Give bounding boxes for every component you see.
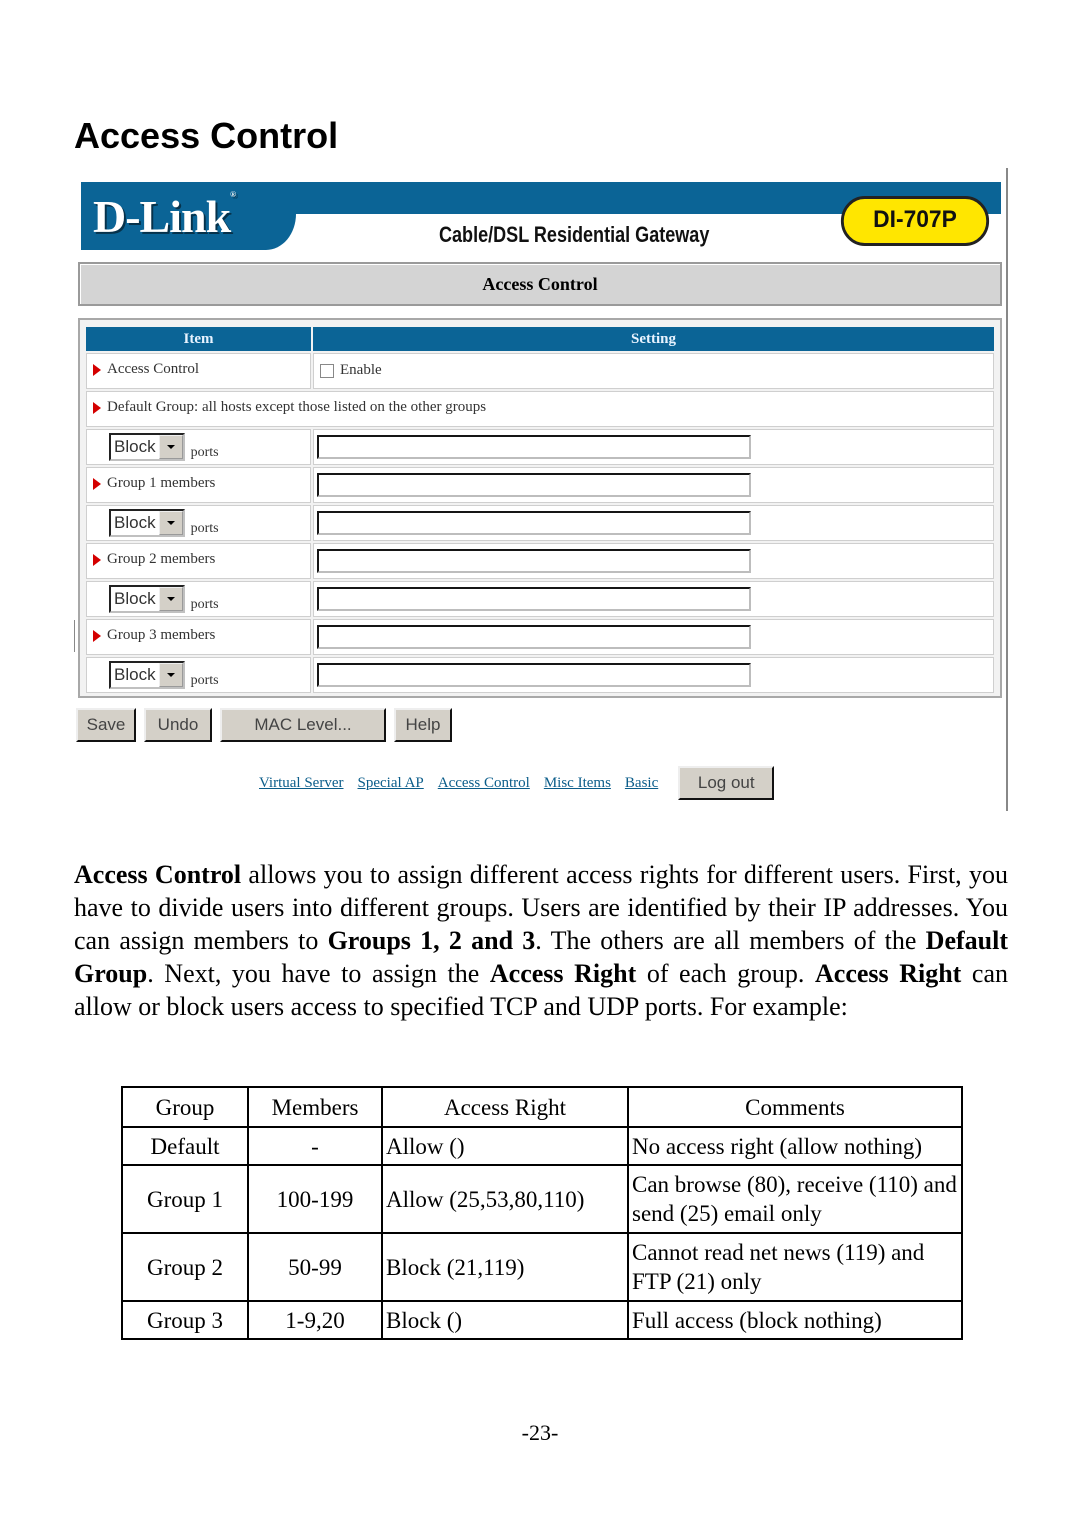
group2-label: Group 2 members <box>107 551 216 568</box>
header-setting: Setting <box>313 327 994 351</box>
chevron-down-icon <box>166 521 175 525</box>
dlink-logo: D-Link® <box>93 190 236 242</box>
table-row: Group 2 50-99 Block (21,119) Cannot read… <box>121 1232 963 1302</box>
undo-button[interactable]: Undo <box>144 708 212 742</box>
help-button[interactable]: Help <box>394 708 452 742</box>
nav-link-virtual-server[interactable]: Virtual Server <box>259 775 344 792</box>
nav-link-special-ap[interactable]: Special AP <box>358 775 424 792</box>
table-row: Block ports <box>86 429 994 465</box>
table-row: Group 3 1-9,20 Block () Full access (blo… <box>121 1300 963 1340</box>
table-row: Default Group: all hosts except those li… <box>86 391 994 427</box>
arrow-icon <box>93 477 101 490</box>
enable-checkbox[interactable] <box>320 364 334 379</box>
arrow-icon <box>93 629 101 642</box>
router-screenshot: D-Link® Cable/DSL Residential Gateway DI… <box>76 168 1008 813</box>
arrow-icon <box>93 553 101 566</box>
description-paragraph: Access Control allows you to assign diff… <box>74 860 1009 1021</box>
group2-ports-input[interactable] <box>317 587 751 611</box>
model-badge: DI-707P <box>840 196 990 246</box>
group1-ports-input[interactable] <box>317 511 751 535</box>
mac-level-button[interactable]: MAC Level... <box>220 708 386 742</box>
arrow-icon <box>93 363 101 376</box>
table-row: Access Control Enable <box>86 353 994 389</box>
divider <box>74 620 75 652</box>
table-row: Group 2 members <box>86 543 994 579</box>
group1-members-input[interactable] <box>317 473 751 497</box>
chevron-down-icon <box>166 445 175 449</box>
access-select[interactable]: Block <box>109 661 185 689</box>
access-select[interactable]: Block <box>109 509 185 537</box>
access-select[interactable]: Block <box>109 433 185 461</box>
default-ports-input[interactable] <box>317 435 751 459</box>
table-row: Block ports <box>86 505 994 541</box>
settings-table: Item Setting Access Control Enable Defau… <box>84 325 996 695</box>
group3-label: Group 3 members <box>107 627 216 644</box>
page-title: Access Control <box>78 262 1002 306</box>
access-control-label: Access Control <box>107 361 200 378</box>
group3-members-input[interactable] <box>317 625 751 649</box>
column-header: Members <box>247 1086 383 1128</box>
table-row: Group 1 100-199 Allow (25,53,80,110) Can… <box>121 1164 963 1234</box>
nav-link-basic[interactable]: Basic <box>625 775 658 792</box>
nav-link-access-control[interactable]: Access Control <box>438 775 530 792</box>
group1-label: Group 1 members <box>107 475 216 492</box>
page-heading: Access Control <box>74 115 339 156</box>
access-control-form: Item Setting Access Control Enable Defau… <box>78 318 1002 698</box>
group2-members-input[interactable] <box>317 549 751 573</box>
default-group-label: Default Group: all hosts except those li… <box>107 399 487 416</box>
chevron-down-icon <box>166 673 175 677</box>
access-select[interactable]: Block <box>109 585 185 613</box>
table-header-row: Group Members Access Right Comments <box>121 1086 963 1128</box>
group3-ports-input[interactable] <box>317 663 751 687</box>
column-header: Access Right <box>381 1086 629 1128</box>
table-row: Block ports <box>86 581 994 617</box>
bottom-nav: Virtual Server Special AP Access Control… <box>259 766 775 800</box>
banner: D-Link® Cable/DSL Residential Gateway DI… <box>81 182 1001 252</box>
nav-link-misc-items[interactable]: Misc Items <box>544 775 611 792</box>
logout-button[interactable]: Log out <box>678 766 775 800</box>
example-table: Group Members Access Right Comments Defa… <box>121 1086 963 1340</box>
table-row: Group 1 members <box>86 467 994 503</box>
enable-label: Enable <box>340 362 382 379</box>
arrow-icon <box>93 401 101 414</box>
table-row: Group 3 members <box>86 619 994 655</box>
page-number: -23- <box>521 1420 559 1445</box>
save-button[interactable]: Save <box>76 708 136 742</box>
action-buttons: Save Undo MAC Level... Help <box>76 708 452 742</box>
column-header: Group <box>121 1086 249 1128</box>
header-item: Item <box>86 327 311 351</box>
table-row: Block ports <box>86 657 994 693</box>
chevron-down-icon <box>166 597 175 601</box>
column-header: Comments <box>627 1086 963 1128</box>
product-line: Cable/DSL Residential Gateway <box>439 222 710 247</box>
table-row: Default - Allow () No access right (allo… <box>121 1126 963 1166</box>
